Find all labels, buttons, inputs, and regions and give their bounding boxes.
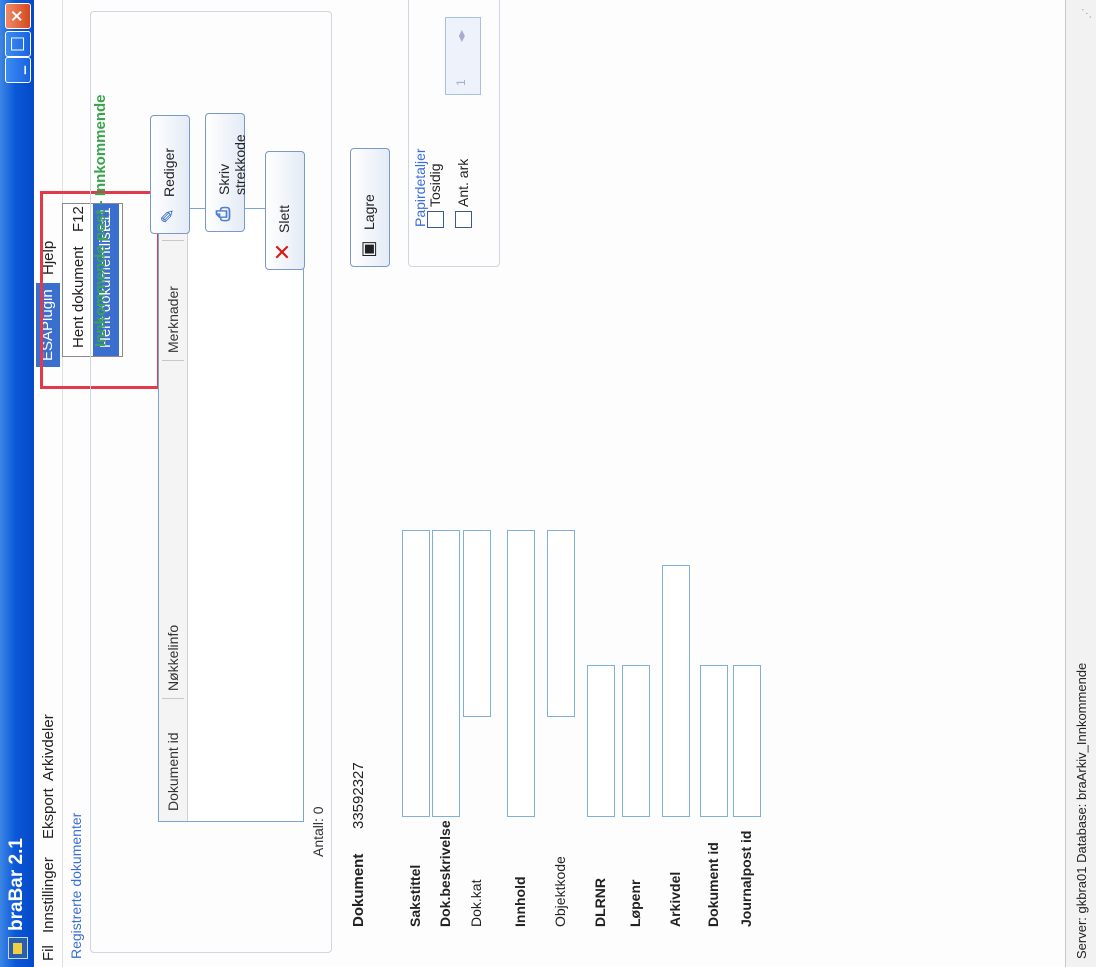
window-title: braBar 2.1	[6, 838, 27, 931]
field-label-objektkode: Objektkode	[552, 856, 568, 927]
field-label-dok-kat: Dok.kat	[468, 879, 484, 927]
menu-arkivdeler[interactable]: Arkivdeler	[40, 714, 57, 781]
menu-eksport[interactable]: Eksport	[40, 788, 57, 839]
title-bar[interactable]: braBar 2.1 _ □ ×	[0, 0, 35, 967]
dokument-id-field[interactable]	[700, 665, 728, 817]
field-label-lopenr: Løpenr	[627, 879, 643, 927]
field-label-innhold: Innhold	[512, 876, 528, 927]
minimize-button[interactable]: _	[5, 57, 31, 83]
edit-icon: ✎	[158, 208, 179, 224]
column-divider	[162, 698, 184, 699]
print-barcode-button-label: Skriv strekkode	[216, 134, 248, 195]
save-button[interactable]: ▣ Lagre	[350, 148, 390, 267]
dlrnr-field[interactable]	[587, 665, 615, 817]
scanned-page-background: braBar 2.1 _ □ × Fil Innstillinger Ekspo…	[0, 0, 1096, 967]
innhold-field[interactable]	[507, 530, 535, 817]
app-window: braBar 2.1 _ □ × Fil Innstillinger Ekspo…	[0, 0, 1096, 967]
registered-documents-grid[interactable]: Dokument id Nøkkelinfo Merknader	[158, 208, 304, 822]
column-header-nokkelinfo[interactable]: Nøkkelinfo	[165, 625, 181, 691]
delete-icon: ✕	[271, 242, 296, 262]
maximize-button[interactable]: □	[5, 31, 31, 57]
menu-innstillinger[interactable]: Innstillinger	[40, 857, 57, 933]
delete-button-label: Slett	[276, 204, 292, 233]
duplex-label: Tosidig	[427, 163, 443, 207]
save-icon: ▣	[358, 240, 379, 258]
column-header-merknader[interactable]: Merknader	[165, 286, 181, 353]
document-number: 33592327	[350, 762, 367, 829]
lopenr-field[interactable]	[622, 665, 650, 817]
field-label-sakstittel: Sakstittel	[407, 864, 423, 927]
menu-fil[interactable]: Fil	[40, 945, 57, 961]
registered-documents-title: Registrerte dokumenter	[68, 812, 84, 959]
dok-beskrivelse-field[interactable]	[432, 530, 460, 817]
grid-header: Dokument id Nøkkelinfo Merknader	[159, 209, 188, 821]
stepper-arrows-icon[interactable]: ◂▸	[454, 30, 468, 42]
field-label-journalpost-id: Journalpost id	[738, 830, 754, 927]
document-label: Dokument	[350, 853, 367, 927]
arkivdel-field[interactable]	[662, 565, 690, 817]
sheet-count-value: 1	[454, 79, 468, 86]
column-header-dokument-id[interactable]: Dokument id	[165, 732, 181, 811]
duplex-checkbox[interactable]	[427, 211, 444, 228]
sheet-count-label: Ant. ark	[455, 158, 471, 207]
delete-button[interactable]: ✕ Slett	[265, 151, 305, 270]
edit-button[interactable]: ✎ Rediger	[150, 115, 190, 234]
field-label-arkivdel: Arkivdel	[667, 871, 683, 927]
paper-details-title: Papirdetaljer	[412, 148, 428, 227]
mode-status-title: Innkommende post - Innkommende	[92, 94, 109, 347]
field-label-dlrnr: DLRNR	[592, 878, 608, 927]
print-barcode-button[interactable]: ⎙ Skriv strekkode	[205, 113, 248, 232]
menu-bar: Fil Innstillinger Eksport Arkivdeler ESA…	[34, 0, 63, 967]
close-button[interactable]: ×	[5, 3, 31, 29]
printer-icon: ⎙	[213, 206, 234, 222]
document-count: Antall: 0	[310, 806, 326, 857]
sheet-count-checkbox[interactable]	[455, 211, 472, 228]
field-label-dokument-id: Dokument id	[705, 842, 721, 927]
column-divider	[162, 240, 184, 241]
sakstittel-field[interactable]	[402, 530, 430, 817]
status-bar: Server: gkbra01 Database: braArkiv_Innko…	[1065, 0, 1096, 967]
sheet-count-stepper[interactable]: 1 ◂▸	[445, 17, 481, 95]
objektkode-field[interactable]	[547, 530, 575, 717]
edit-button-label: Rediger	[161, 147, 177, 197]
column-divider	[162, 360, 184, 361]
field-label-dok-beskrivelse: Dok.beskrivelse	[437, 820, 453, 927]
status-bar-text: Server: gkbra01 Database: braArkiv_Innko…	[1074, 662, 1089, 959]
save-button-label: Lagre	[361, 194, 377, 230]
resize-grip-icon[interactable]: ⋰	[1080, 3, 1094, 19]
journalpost-id-field[interactable]	[733, 665, 761, 817]
dok-kat-field[interactable]	[463, 530, 491, 717]
app-icon	[8, 937, 28, 959]
